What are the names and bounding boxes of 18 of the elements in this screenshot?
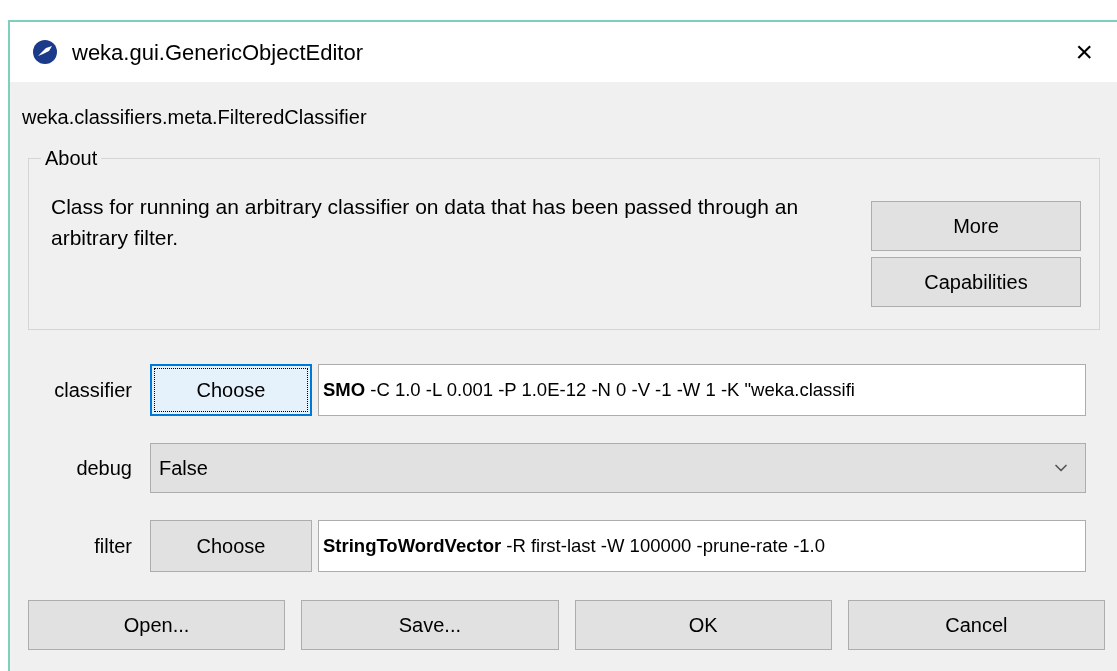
- value-field[interactable]: StringToWordVector -R first-last -W 100000 -prune-rate -1.0: [318, 520, 1086, 572]
- property-label: debug: [75, 456, 133, 481]
- choose-button[interactable]: Choose: [150, 364, 312, 416]
- about-button[interactable]: More: [871, 201, 1081, 251]
- dialog-button[interactable]: Open...: [28, 600, 286, 650]
- object-name: weka.classifiers.meta.FilteredClassifier: [22, 105, 367, 130]
- close-button[interactable]: ×: [1071, 37, 1097, 67]
- dialog-button[interactable]: Save...: [301, 600, 559, 650]
- about-button[interactable]: Capabilities: [871, 257, 1081, 307]
- about-text: Class for running an arbitrary classifier on data that has been passed through an arbitrary filter.: [51, 194, 800, 251]
- property-label: filter: [93, 534, 133, 559]
- choose-button[interactable]: Choose: [150, 520, 312, 572]
- dialog-button[interactable]: Cancel: [847, 600, 1105, 650]
- property-label: classifier: [53, 378, 133, 403]
- value-field[interactable]: SMO -C 1.0 -L 0.001 -P 1.0E-12 -N 0 -V -1 -W 1 -K "weka.classifi: [318, 364, 1086, 416]
- window-title: weka.gui.GenericObjectEditor: [72, 38, 364, 67]
- dialog-button[interactable]: OK: [574, 600, 832, 650]
- dropdown[interactable]: False: [150, 443, 1086, 493]
